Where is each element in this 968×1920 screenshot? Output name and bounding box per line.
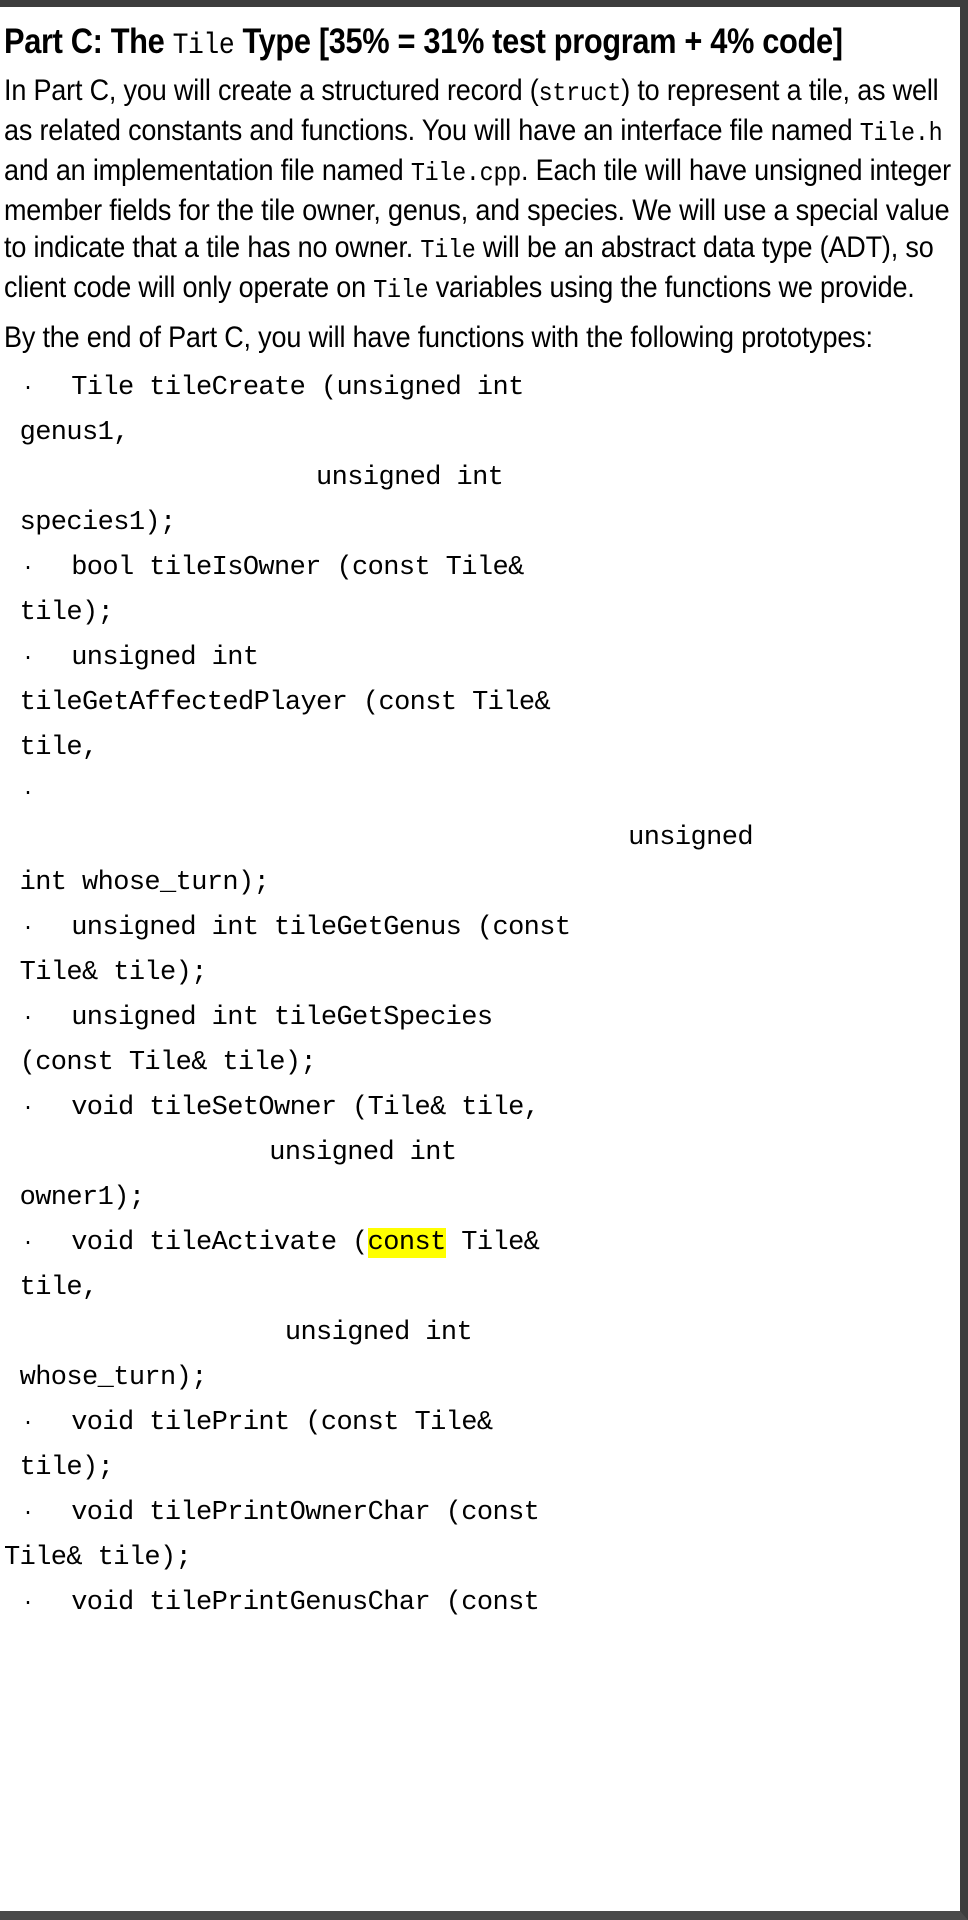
prototype-item: · unsigned int whose_turn); <box>4 771 960 906</box>
paragraph-list: In Part C, you will create a structured … <box>4 72 960 356</box>
paragraph-text: By the end of Part C, you will have func… <box>4 321 873 354</box>
code-line: species1); <box>4 508 177 538</box>
bullet-icon: · <box>22 1097 34 1120</box>
code-line: bool tileIsOwner (const Tile& <box>40 553 524 583</box>
bullet-icon: · <box>22 377 34 400</box>
code-line: unsigned <box>4 823 753 853</box>
paragraph-intro: In Part C, you will create a structured … <box>4 72 959 309</box>
code-line: tile, <box>4 733 99 763</box>
code-line: void tileActivate (const Tile& <box>40 1228 540 1258</box>
document-page: Part C: The Tile Type [35% = 31% test pr… <box>0 14 960 1911</box>
paragraph-prototypes-lead: By the end of Part C, you will have func… <box>4 319 959 356</box>
code-line: tile, <box>4 1273 99 1303</box>
bullet-icon: · <box>22 1592 34 1615</box>
prototype-item: · void tileActivate (const Tile& tile, u… <box>4 1221 960 1401</box>
code-line: tile); <box>4 598 114 628</box>
prototype-item: · Tile tileCreate (unsigned int genus1, … <box>4 366 960 546</box>
code-line: whose_turn); <box>4 1363 208 1393</box>
prototype-code: void tilePrintGenusChar (const <box>40 1581 960 1626</box>
code-line: tile); <box>4 1453 114 1483</box>
paragraph-text: variables using the functions we provide… <box>428 271 915 304</box>
bullet-icon: · <box>22 1232 34 1255</box>
inline-code: Tile <box>373 275 429 305</box>
prototype-list: · Tile tileCreate (unsigned int genus1, … <box>4 366 960 1626</box>
code-line: void tileSetOwner (Tile& tile, <box>40 1093 540 1123</box>
paragraph-text: and an implementation file named <box>4 154 411 187</box>
code-line: Tile tileCreate (unsigned int <box>40 373 524 403</box>
highlighted-keyword: const <box>367 1228 446 1258</box>
code-line: (const Tile& tile); <box>4 1048 317 1078</box>
code-line: void tilePrintOwnerChar (const <box>40 1498 540 1528</box>
page-title: Part C: The Tile Type [35% = 31% test pr… <box>4 20 955 68</box>
prototype-code: bool tileIsOwner (const Tile& tile); <box>20 546 960 636</box>
bullet-icon: · <box>22 1412 34 1435</box>
code-line: unsigned int <box>4 463 504 493</box>
browser-viewport: Part C: The Tile Type [35% = 31% test pr… <box>0 0 968 1920</box>
code-line: void tilePrint (const Tile& <box>40 1408 493 1438</box>
bullet-icon: · <box>22 782 34 805</box>
bullet-icon: · <box>22 1502 34 1525</box>
prototype-code: Tile tileCreate (unsigned int genus1, un… <box>20 366 960 546</box>
prototype-item: · bool tileIsOwner (const Tile& tile); <box>4 546 960 636</box>
prototype-item: · unsigned int tileGetSpecies (const Til… <box>4 996 960 1086</box>
prototype-item: · void tilePrintOwnerChar (const Tile& ti… <box>4 1491 960 1581</box>
code-line: int whose_turn); <box>4 868 270 898</box>
prototype-item: · unsigned int tileGetGenus (const Tile&… <box>4 906 960 996</box>
inline-code: Tile.h <box>859 118 943 148</box>
code-line: tileGetAffectedPlayer (const Tile& <box>4 688 551 718</box>
prototype-item: · void tilePrint (const Tile& tile); <box>4 1401 960 1491</box>
code-line: unsigned int <box>4 1318 473 1348</box>
code-line: Tile& tile); <box>4 1543 192 1573</box>
prototype-code: void tileSetOwner (Tile& tile, unsigned … <box>20 1086 960 1221</box>
prototype-item: · unsigned int tileGetAffectedPlayer (co… <box>4 636 960 771</box>
code-line: unsigned int tileGetSpecies <box>40 1003 493 1033</box>
code-line: unsigned int tileGetGenus (const <box>40 913 571 943</box>
prototype-item: · void tileSetOwner (Tile& tile, unsigne… <box>4 1086 960 1221</box>
prototype-code: void tilePrint (const Tile& tile); <box>20 1401 960 1491</box>
bullet-icon: · <box>22 647 34 670</box>
prototype-code: void tilePrintOwnerChar (const Tile& tile… <box>4 1491 960 1581</box>
bullet-icon: · <box>22 1007 34 1030</box>
inline-code: struct <box>538 78 622 108</box>
prototype-code: unsigned int whose_turn); <box>20 771 960 906</box>
prototype-item: · void tilePrintGenusChar (const <box>4 1581 960 1626</box>
page-title-prefix: Part C: The <box>4 22 173 61</box>
inline-code: Tile.cpp <box>410 158 521 188</box>
prototype-code: void tileActivate (const Tile& tile, uns… <box>20 1221 960 1401</box>
code-line: Tile& tile); <box>4 958 208 988</box>
code-line: owner1); <box>4 1183 145 1213</box>
prototype-code: unsigned int tileGetAffectedPlayer (cons… <box>20 636 960 771</box>
code-line: void tilePrintGenusChar (const <box>40 1588 540 1618</box>
bullet-icon: · <box>22 557 34 580</box>
prototype-code: unsigned int tileGetSpecies (const Tile&… <box>20 996 960 1086</box>
page-title-suffix: Type [35% = 31% test program + 4% code] <box>234 22 843 61</box>
paragraph-text: In Part C, you will create a structured … <box>4 74 539 107</box>
inline-code: Tile <box>420 235 476 265</box>
page-title-code-tile: Tile <box>172 29 235 63</box>
code-line: unsigned int <box>40 643 259 673</box>
code-line: unsigned int <box>4 1138 457 1168</box>
prototype-code: unsigned int tileGetGenus (const Tile& t… <box>20 906 960 996</box>
code-line: genus1, <box>4 418 130 448</box>
bullet-icon: · <box>22 917 34 940</box>
